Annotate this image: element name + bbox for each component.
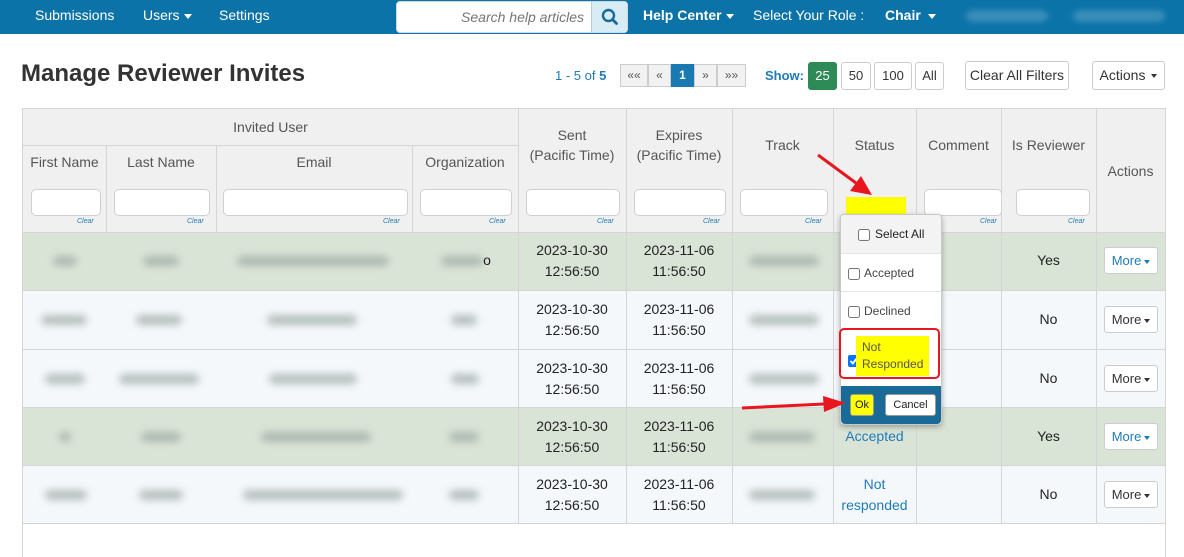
annotation-arrows	[741, 153, 872, 412]
arrow-to-status-filter	[817, 153, 872, 195]
arrow-to-ok-button	[741, 396, 846, 412]
